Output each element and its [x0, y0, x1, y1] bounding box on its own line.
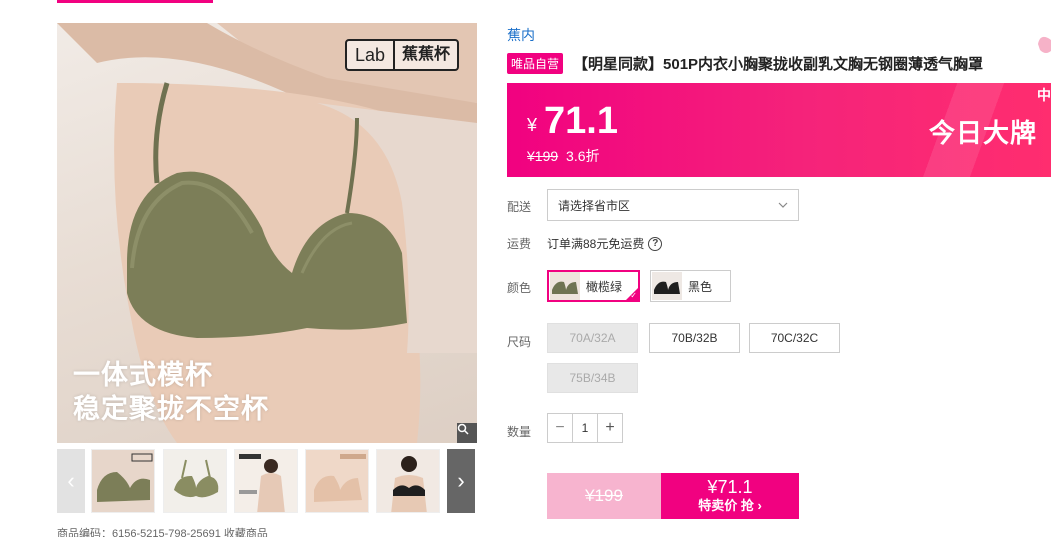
thumbnail-3[interactable] — [234, 449, 298, 513]
chevron-right-icon: › — [457, 468, 465, 493]
quantity-decrement-button[interactable]: − — [548, 414, 572, 442]
quantity-increment-button[interactable]: + — [598, 414, 622, 442]
delivery-label: 配送 — [507, 200, 532, 214]
color-option-olive[interactable]: 橄榄绿 ✓ — [547, 270, 640, 302]
buy-original-price: ¥199 — [585, 486, 623, 505]
color-swatch-olive — [550, 272, 580, 300]
size-option-70b[interactable]: 70B/32B — [649, 323, 740, 353]
original-price-row: ¥199 3.6折 — [527, 146, 600, 166]
discount-rate: 3.6折 — [566, 148, 600, 164]
thumbnail-5[interactable] — [376, 449, 440, 513]
image-caption-line2: 稳定聚拢不空杯 — [73, 394, 269, 424]
buy-label: 特卖价 抢 › — [698, 498, 762, 513]
freight-text: 订单满88元免运费 — [547, 237, 645, 251]
self-operated-badge: 唯品自营 — [507, 53, 564, 74]
size-label: 尺码 — [507, 335, 532, 349]
quantity-stepper: − 1 + — [547, 413, 623, 443]
color-option-label: 黑色 — [688, 279, 713, 294]
thumb-prev-button[interactable]: ‹ — [57, 449, 85, 513]
help-icon[interactable]: ? — [648, 236, 663, 251]
product-meta-row: 商品编码：6156-5215-798-25691 收藏商品 — [57, 528, 268, 537]
thumbnail-1[interactable] — [91, 449, 155, 513]
color-option-label: 橄榄绿 — [586, 279, 623, 294]
checkmark-icon: ✓ — [630, 291, 637, 300]
buy-price: ¥71.1 — [707, 477, 753, 497]
flash-sale-buy-button[interactable]: ¥71.1 特卖价 抢 › — [661, 473, 799, 519]
region-select-placeholder: 请选择省市区 — [558, 198, 631, 213]
chevron-left-icon: ‹ — [67, 468, 75, 493]
region-select[interactable]: 请选择省市区 — [547, 189, 799, 221]
size-option-70c[interactable]: 70C/32C — [749, 323, 840, 353]
brand-link[interactable]: 蕉内 — [507, 25, 535, 45]
size-option-70a[interactable]: 70A/32A — [547, 323, 638, 353]
thumbnail-4[interactable] — [305, 449, 369, 513]
top-accent-bar — [57, 0, 213, 3]
thumbnail-strip: ‹ › — [57, 449, 477, 513]
title-row: 唯品自营 【明星同款】501P内衣小胸聚拢收副乳文胸无钢圈薄透气胸罩 — [507, 53, 983, 74]
size-option-75b[interactable]: 75B/34B — [547, 363, 638, 393]
brand-logo-cn: 蕉蕉杯 — [401, 46, 450, 63]
brand-logo-lab: Lab — [347, 41, 395, 69]
current-price: 71.1 — [544, 100, 618, 142]
promo-label: 今日大牌 — [928, 118, 1037, 148]
original-price-button[interactable]: ¥199 — [547, 473, 661, 519]
quantity-input[interactable]: 1 — [572, 414, 598, 442]
chevron-down-icon — [778, 200, 788, 211]
product-title: 【明星同款】501P内衣小胸聚拢收副乳文胸无钢圈薄透气胸罩 — [573, 56, 984, 73]
brand-logo: Lab 蕉蕉杯 — [344, 39, 459, 71]
currency-symbol: ¥ — [527, 115, 538, 135]
main-product-image[interactable]: Lab 蕉蕉杯 一体式模杯 稳定聚拢不空杯 — [57, 23, 477, 443]
freight-label: 运费 — [507, 237, 532, 251]
magnifier-icon[interactable] — [457, 423, 477, 443]
original-price: ¥199 — [527, 148, 559, 164]
color-label: 颜色 — [507, 281, 532, 295]
quantity-label: 数量 — [507, 425, 532, 439]
color-swatch-black — [652, 272, 682, 300]
decoration-icon — [1038, 36, 1051, 53]
color-option-black[interactable]: 黑色 — [650, 270, 731, 302]
thumb-next-button[interactable]: › — [447, 449, 475, 513]
price-banner: ¥ 71.1 ¥199 3.6折 今日大牌 中 — [507, 83, 1051, 177]
freight-info: 订单满88元免运费 ? — [547, 235, 663, 252]
banner-edge-text: 中 — [1037, 87, 1051, 103]
thumbnail-2[interactable] — [163, 449, 227, 513]
